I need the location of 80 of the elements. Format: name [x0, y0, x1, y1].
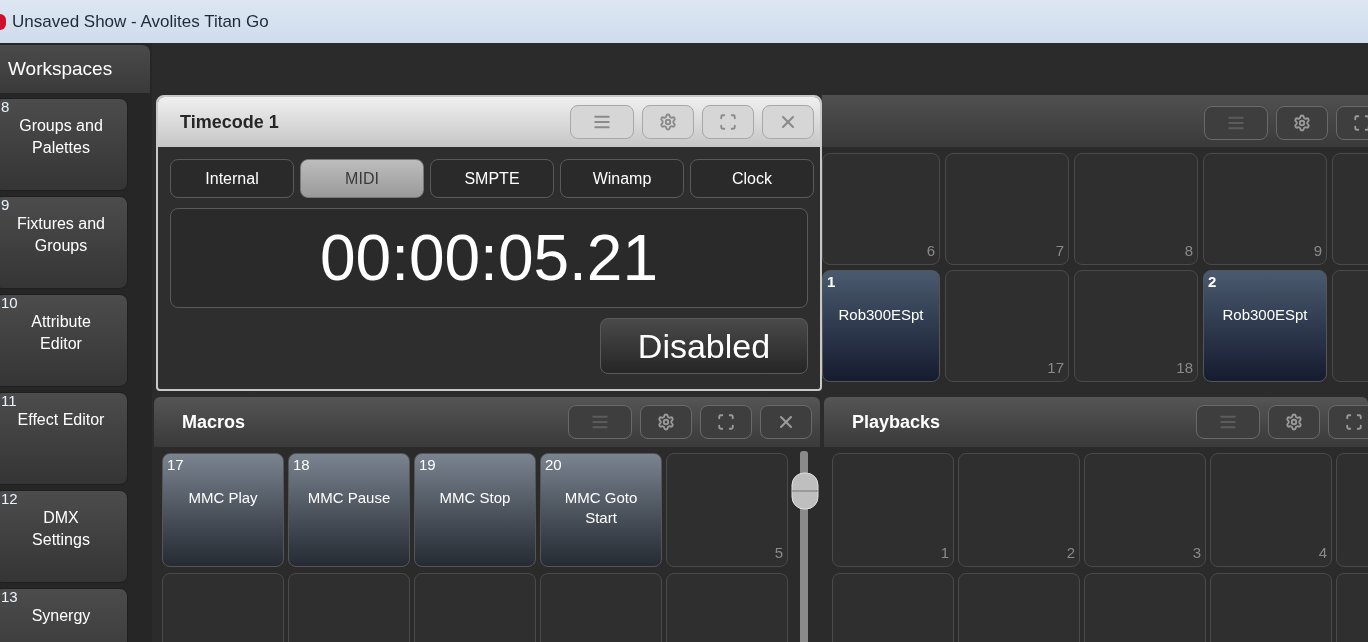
close-button[interactable] — [762, 105, 814, 139]
slot-number: 6 — [926, 240, 935, 261]
workspace-button[interactable]: 9 Fixtures and Groups — [0, 196, 128, 289]
resize-button[interactable] — [700, 405, 752, 439]
cell-label: Rob300ESpt — [837, 305, 925, 325]
slot-number: 9 — [1313, 240, 1322, 261]
resize-icon — [719, 113, 737, 131]
slot-number: 2 — [1066, 542, 1075, 563]
resize-icon — [1353, 114, 1368, 132]
source-tab[interactable]: Winamp — [560, 159, 684, 198]
cell-number: 2 — [1207, 272, 1217, 291]
menu-button[interactable] — [570, 105, 634, 139]
slot-number: 3 — [1192, 542, 1201, 563]
macro-button[interactable]: 17 MMC Play — [162, 453, 284, 567]
slot-number: 8 — [1184, 240, 1193, 261]
settings-button[interactable] — [1276, 106, 1328, 140]
empty-slot[interactable]: 6 — [822, 153, 940, 265]
slot-number: 4 — [1318, 542, 1327, 563]
settings-icon — [1285, 413, 1303, 431]
settings-button[interactable] — [640, 405, 692, 439]
panel-title: Playbacks — [852, 410, 941, 434]
panel-title: Macros — [182, 410, 246, 434]
slot-number: 7 — [1055, 240, 1064, 261]
cell-number: 19 — [418, 455, 436, 474]
macro-button[interactable]: 20 MMC Goto Start — [540, 453, 662, 567]
fixture-button[interactable]: 1 Rob300ESpt — [822, 270, 940, 382]
slot-number: 17 — [1047, 357, 1064, 378]
empty-slot[interactable]: 2 — [958, 453, 1080, 567]
settings-button[interactable] — [642, 105, 694, 139]
workspace-button[interactable]: 8 Groups and Palettes — [0, 98, 128, 191]
resize-icon — [1345, 413, 1363, 431]
empty-slot[interactable]: 5 — [666, 453, 788, 567]
empty-slot[interactable]: 9 — [1203, 153, 1327, 265]
empty-slot[interactable]: 1 — [832, 453, 954, 567]
source-tab[interactable]: Clock — [690, 159, 814, 198]
empty-slot[interactable]: 8 — [1074, 153, 1198, 265]
source-tab[interactable]: Internal — [170, 159, 294, 198]
status-button[interactable]: Disabled — [600, 318, 808, 374]
workspace-button[interactable]: 11 Effect Editor — [0, 392, 128, 485]
workspaces-tab[interactable]: Workspaces — [0, 45, 150, 93]
slot-number: 18 — [1176, 357, 1193, 378]
source-tab[interactable]: MIDI — [300, 159, 424, 198]
macro-button[interactable]: 19 MMC Stop — [414, 453, 536, 567]
slot-number: 5 — [774, 542, 783, 563]
resize-button[interactable] — [702, 105, 754, 139]
empty-slot[interactable]: 18 — [1074, 270, 1198, 382]
cell-label: Rob300ESpt — [1221, 305, 1309, 325]
cell-label: MMC Play — [187, 488, 259, 508]
window-title: Unsaved Show - Avolites Titan Go — [12, 10, 269, 33]
source-tab[interactable]: SMPTE — [430, 159, 554, 198]
close-button[interactable] — [760, 405, 812, 439]
workspace-button[interactable]: 10 Attribute Editor — [0, 294, 128, 387]
macro-button[interactable]: 18 MMC Pause — [288, 453, 410, 567]
menu-icon — [1219, 413, 1237, 431]
workspace-button[interactable]: 12 DMX Settings — [0, 490, 128, 583]
cell-label: MMC Pause — [306, 488, 392, 508]
menu-icon — [1227, 114, 1245, 132]
empty-slot[interactable]: 4 — [1210, 453, 1332, 567]
empty-slot[interactable]: 17 — [945, 270, 1069, 382]
cell-number: 1 — [826, 272, 836, 291]
settings-button[interactable] — [1268, 405, 1320, 439]
fixture-button[interactable]: 2 Rob300ESpt — [1203, 270, 1327, 382]
resize-icon — [717, 413, 735, 431]
window-heading: Timecode 1 — [180, 110, 279, 134]
cell-number: 17 — [166, 455, 184, 474]
cell-label: MMC Stop — [438, 488, 512, 508]
menu-icon — [593, 113, 611, 131]
cell-number: 20 — [544, 455, 562, 474]
workspace-button[interactable]: 13 Synergy — [0, 588, 128, 642]
empty-slot[interactable]: 3 — [1084, 453, 1206, 567]
time-display: 00:00:05.21 — [170, 208, 808, 308]
menu-icon — [591, 413, 609, 431]
settings-icon — [659, 113, 677, 131]
cell-label: MMC Goto Start — [563, 488, 639, 528]
empty-slot[interactable]: 7 — [945, 153, 1069, 265]
cell-number: 18 — [292, 455, 310, 474]
settings-icon — [1293, 114, 1311, 132]
resize-button[interactable] — [1328, 405, 1368, 439]
settings-icon — [657, 413, 675, 431]
slot-number: 1 — [940, 542, 949, 563]
